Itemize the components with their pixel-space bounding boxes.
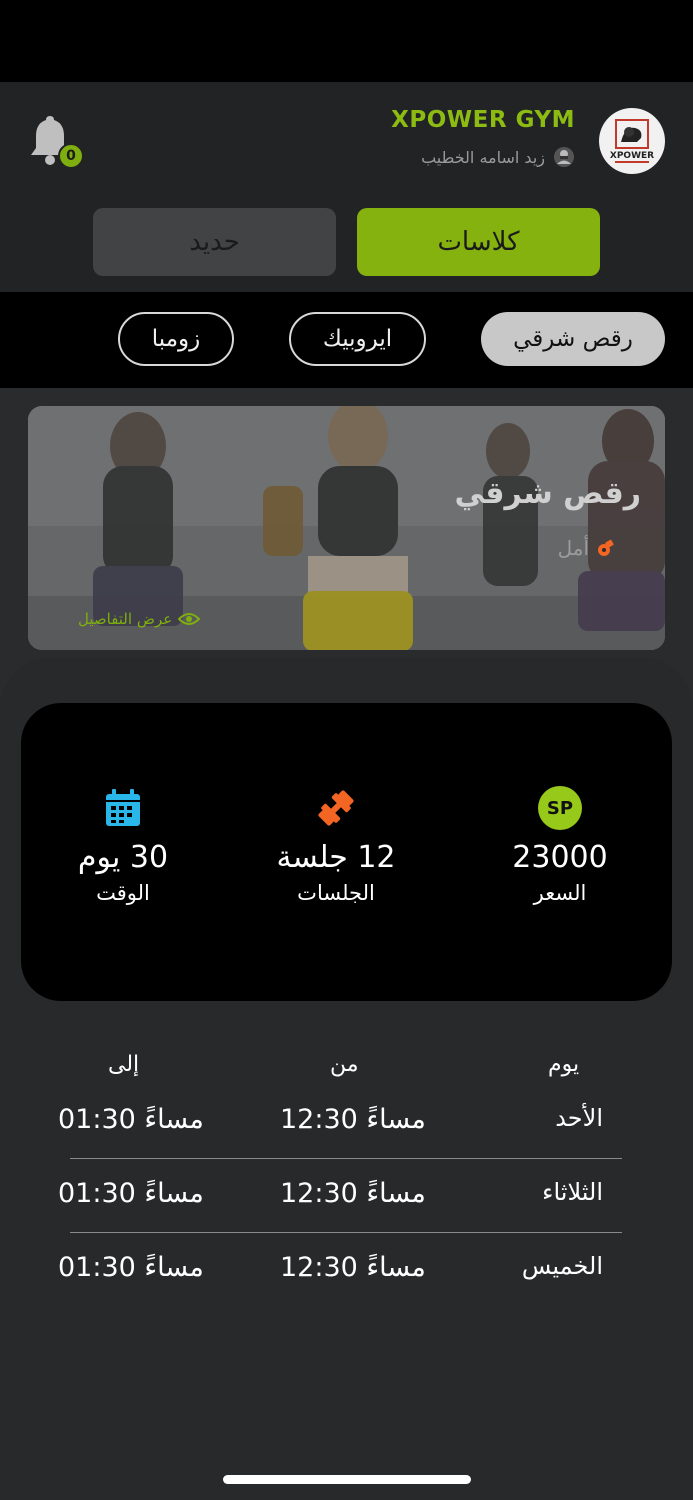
sessions-label: الجلسات (297, 881, 375, 905)
whistle-icon (598, 539, 614, 556)
schedule-day: الخميس (521, 1252, 603, 1280)
class-title: رقص شرقي (454, 476, 641, 511)
view-details-label: عرض التفاصيل (78, 610, 173, 628)
schedule-to: 01:30 مساءً (58, 1104, 204, 1135)
schedule-header-to: إلى (108, 1052, 140, 1077)
schedule-from: 12:30 مساءً (280, 1252, 426, 1283)
home-indicator[interactable] (223, 1475, 471, 1484)
time-info: 30 يوم الوقت (48, 786, 198, 905)
eye-icon (178, 613, 201, 625)
tab-iron[interactable]: حديد (93, 208, 336, 276)
time-value: 30 يوم (77, 840, 169, 875)
chip-aerobic[interactable]: ايروبيك (289, 312, 426, 366)
schedule-day: الأحد (555, 1104, 603, 1132)
sessions-value: 12 جلسة (276, 840, 396, 875)
tab-classes[interactable]: كلاسات (357, 208, 600, 276)
currency-badge: SP (538, 786, 582, 830)
sessions-info: 12 جلسة الجلسات (261, 786, 411, 905)
user-info: زيد اسامه الخطيب (421, 146, 575, 168)
schedule-row: الخميس 12:30 مساءً 01:30 مساءً (0, 1252, 693, 1312)
dumbbell-icon (318, 790, 354, 826)
user-name: زيد اسامه الخطيب (421, 147, 545, 167)
price-info: SP 23000 السعر (485, 786, 635, 905)
row-divider (70, 1232, 622, 1233)
chip-belly-dance[interactable]: رقص شرقي (481, 312, 665, 366)
price-value: 23000 (512, 840, 608, 875)
time-label: الوقت (96, 881, 150, 905)
gym-name: XPOWER GYM (391, 107, 575, 133)
schedule-to: 01:30 مساءً (58, 1178, 204, 1209)
schedule-header-day: يوم (548, 1052, 580, 1077)
schedule-row: الأحد 12:30 مساءً 01:30 مساءً (0, 1104, 693, 1164)
coach-name: أمل (557, 536, 589, 560)
calendar-icon (106, 789, 140, 826)
notification-badge: 0 (58, 143, 84, 169)
gym-logo: XPOWER (599, 108, 665, 174)
schedule-from: 12:30 مساءً (280, 1104, 426, 1135)
coach-info: أمل (558, 536, 615, 560)
chip-zumba[interactable]: زومبا (118, 312, 234, 366)
schedule-day: الثلاثاء (542, 1178, 603, 1206)
logo-text: XPOWER (610, 151, 654, 161)
price-label: السعر (533, 881, 587, 905)
row-divider (70, 1158, 622, 1159)
schedule-from: 12:30 مساءً (280, 1178, 426, 1209)
schedule-header-from: من (330, 1052, 359, 1077)
schedule-row: الثلاثاء 12:30 مساءً 01:30 مساءً (0, 1178, 693, 1238)
schedule-to: 01:30 مساءً (58, 1252, 204, 1283)
user-avatar-icon (554, 147, 574, 167)
view-details-link[interactable]: عرض التفاصيل (78, 610, 201, 628)
status-bar (0, 0, 693, 82)
